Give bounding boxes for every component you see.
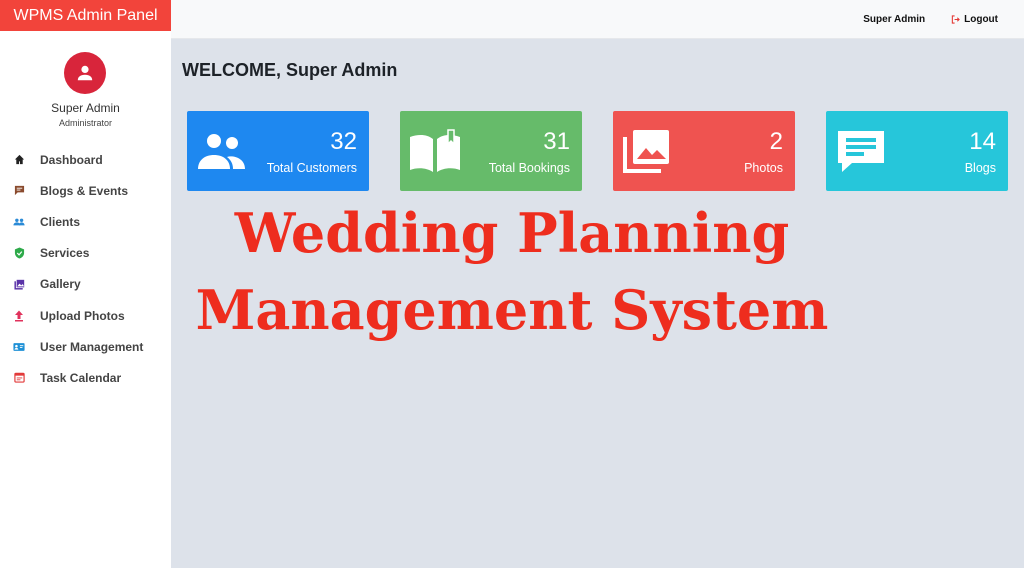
stat-label: Blogs <box>964 161 996 175</box>
stat-label: Total Bookings <box>488 161 570 175</box>
brand-title[interactable]: WPMS Admin Panel <box>0 0 171 31</box>
sidebar-item-label: Gallery <box>40 277 81 292</box>
sidebar-nav: Dashboard Blogs & Events Clients Service… <box>0 144 171 394</box>
sidebar-item-label: Task Calendar <box>40 370 122 385</box>
sidebar-item-task-calendar[interactable]: Task Calendar <box>0 362 171 393</box>
sidebar-item-upload-photos[interactable]: Upload Photos <box>0 300 171 331</box>
calendar-icon <box>13 372 25 384</box>
sidebar-item-clients[interactable]: Clients <box>0 206 171 237</box>
sidebar-item-label: Blogs & Events <box>40 183 129 198</box>
page-title: WELCOME, Super Admin <box>182 60 398 80</box>
overlay-title-line-2: Management System <box>195 278 829 342</box>
avatar[interactable] <box>64 52 106 94</box>
sidebar-item-label: User Management <box>40 339 144 354</box>
sidebar: Super Admin Administrator Dashboard Blog… <box>0 31 171 568</box>
logout-button[interactable]: Logout <box>951 14 998 25</box>
sidebar-item-services[interactable]: Services <box>0 238 171 269</box>
sidebar-item-label: Services <box>40 246 90 261</box>
users-icon <box>198 134 245 169</box>
logout-label: Logout <box>964 13 998 25</box>
users-icon <box>13 216 25 228</box>
stat-card-photos[interactable]: 2 Photos <box>613 111 795 191</box>
stat-label: Total Customers <box>266 161 357 175</box>
sidebar-item-user-management[interactable]: User Management <box>0 331 171 362</box>
topbar-user-name[interactable]: Super Admin <box>863 14 925 25</box>
sidebar-item-blogs-events[interactable]: Blogs & Events <box>0 175 171 206</box>
overlay-title-line-1: Wedding Planning <box>234 201 790 265</box>
stat-label: Photos <box>744 161 783 175</box>
logout-icon <box>951 14 960 24</box>
stat-card-customers[interactable]: 32 Total Customers <box>187 111 369 191</box>
stat-value: 32 <box>330 128 357 155</box>
profile-name: Super Admin <box>51 101 120 115</box>
comment-icon <box>13 185 25 197</box>
stat-value: 2 <box>769 128 783 155</box>
book-open-icon <box>410 129 460 172</box>
stat-value: 31 <box>543 128 570 155</box>
stat-card-blogs[interactable]: 14 Blogs <box>826 111 1008 191</box>
gallery-icon <box>13 278 25 290</box>
sidebar-item-gallery[interactable]: Gallery <box>0 269 171 300</box>
top-bar: Super Admin Logout <box>171 0 1024 39</box>
sidebar-item-label: Clients <box>40 214 81 229</box>
sidebar-item-dashboard[interactable]: Dashboard <box>0 144 171 175</box>
sidebar-item-label: Dashboard <box>40 152 103 167</box>
home-icon <box>13 154 25 166</box>
id-card-icon <box>13 341 25 353</box>
message-icon <box>838 131 884 172</box>
profile-role: Administrator <box>58 118 112 128</box>
stat-card-bookings[interactable]: 31 Total Bookings <box>400 111 582 191</box>
photos-icon <box>623 130 669 173</box>
upload-icon <box>13 310 25 322</box>
sidebar-item-label: Upload Photos <box>40 308 125 323</box>
stat-value: 14 <box>969 128 996 155</box>
shield-check-icon <box>13 247 25 259</box>
user-icon <box>77 65 93 81</box>
